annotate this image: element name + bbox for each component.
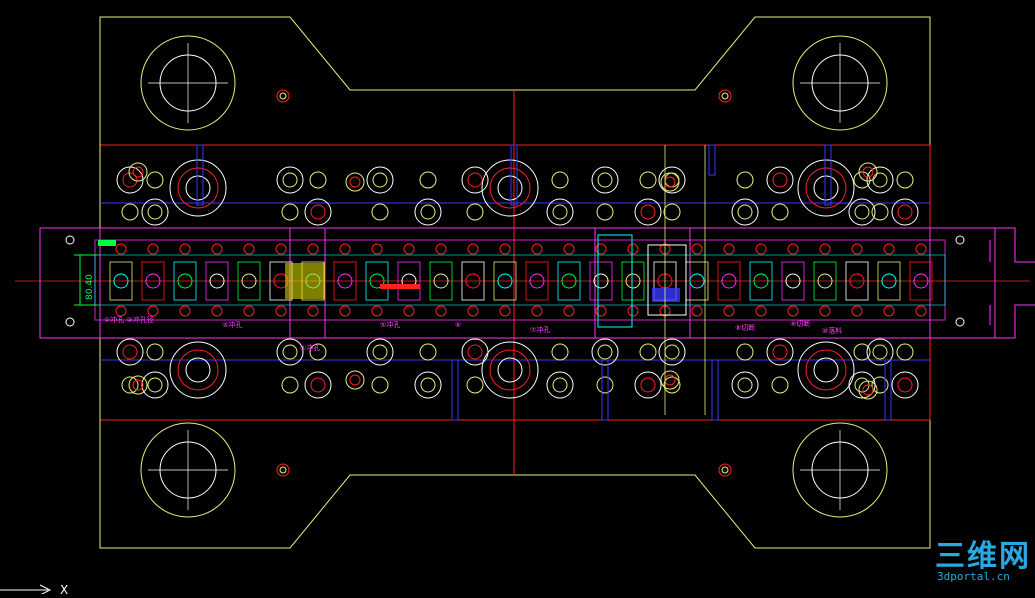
strip-marker (380, 284, 420, 289)
note-8: ⑨切断 (790, 319, 810, 328)
note-6: ⑦冲孔 (530, 325, 550, 334)
note-7: ⑧切断 (735, 323, 755, 332)
svg-text:3dportal.cn: 3dportal.cn (937, 570, 1010, 583)
note-9: ⑩落料 (822, 326, 842, 335)
note-3: ④冲孔 (300, 343, 320, 352)
note-1: ①冲孔 ②冲孔径 (104, 315, 154, 324)
strip-entry-marker (98, 240, 116, 246)
note-4: ⑤冲孔 (380, 320, 400, 329)
note-5: ⑥ (455, 321, 461, 329)
dimension-label: 80.40 (85, 274, 95, 300)
die-layout-drawing: 80.40 ①冲孔 ②冲孔径 ③冲孔 ④冲孔 ⑤冲孔 ⑥ ⑦冲孔 ⑧切断 ⑨切断… (0, 0, 1035, 597)
cutoff-punch-fill (652, 288, 680, 302)
note-2: ③冲孔 (222, 320, 242, 329)
cad-viewport[interactable]: 80.40 ①冲孔 ②冲孔径 ③冲孔 ④冲孔 ⑤冲孔 ⑥ ⑦冲孔 ⑧切断 ⑨切断… (0, 0, 1035, 597)
forming-insert (285, 263, 325, 299)
svg-text:三维网: 三维网 (935, 539, 1031, 574)
axis-label: X (60, 583, 68, 594)
